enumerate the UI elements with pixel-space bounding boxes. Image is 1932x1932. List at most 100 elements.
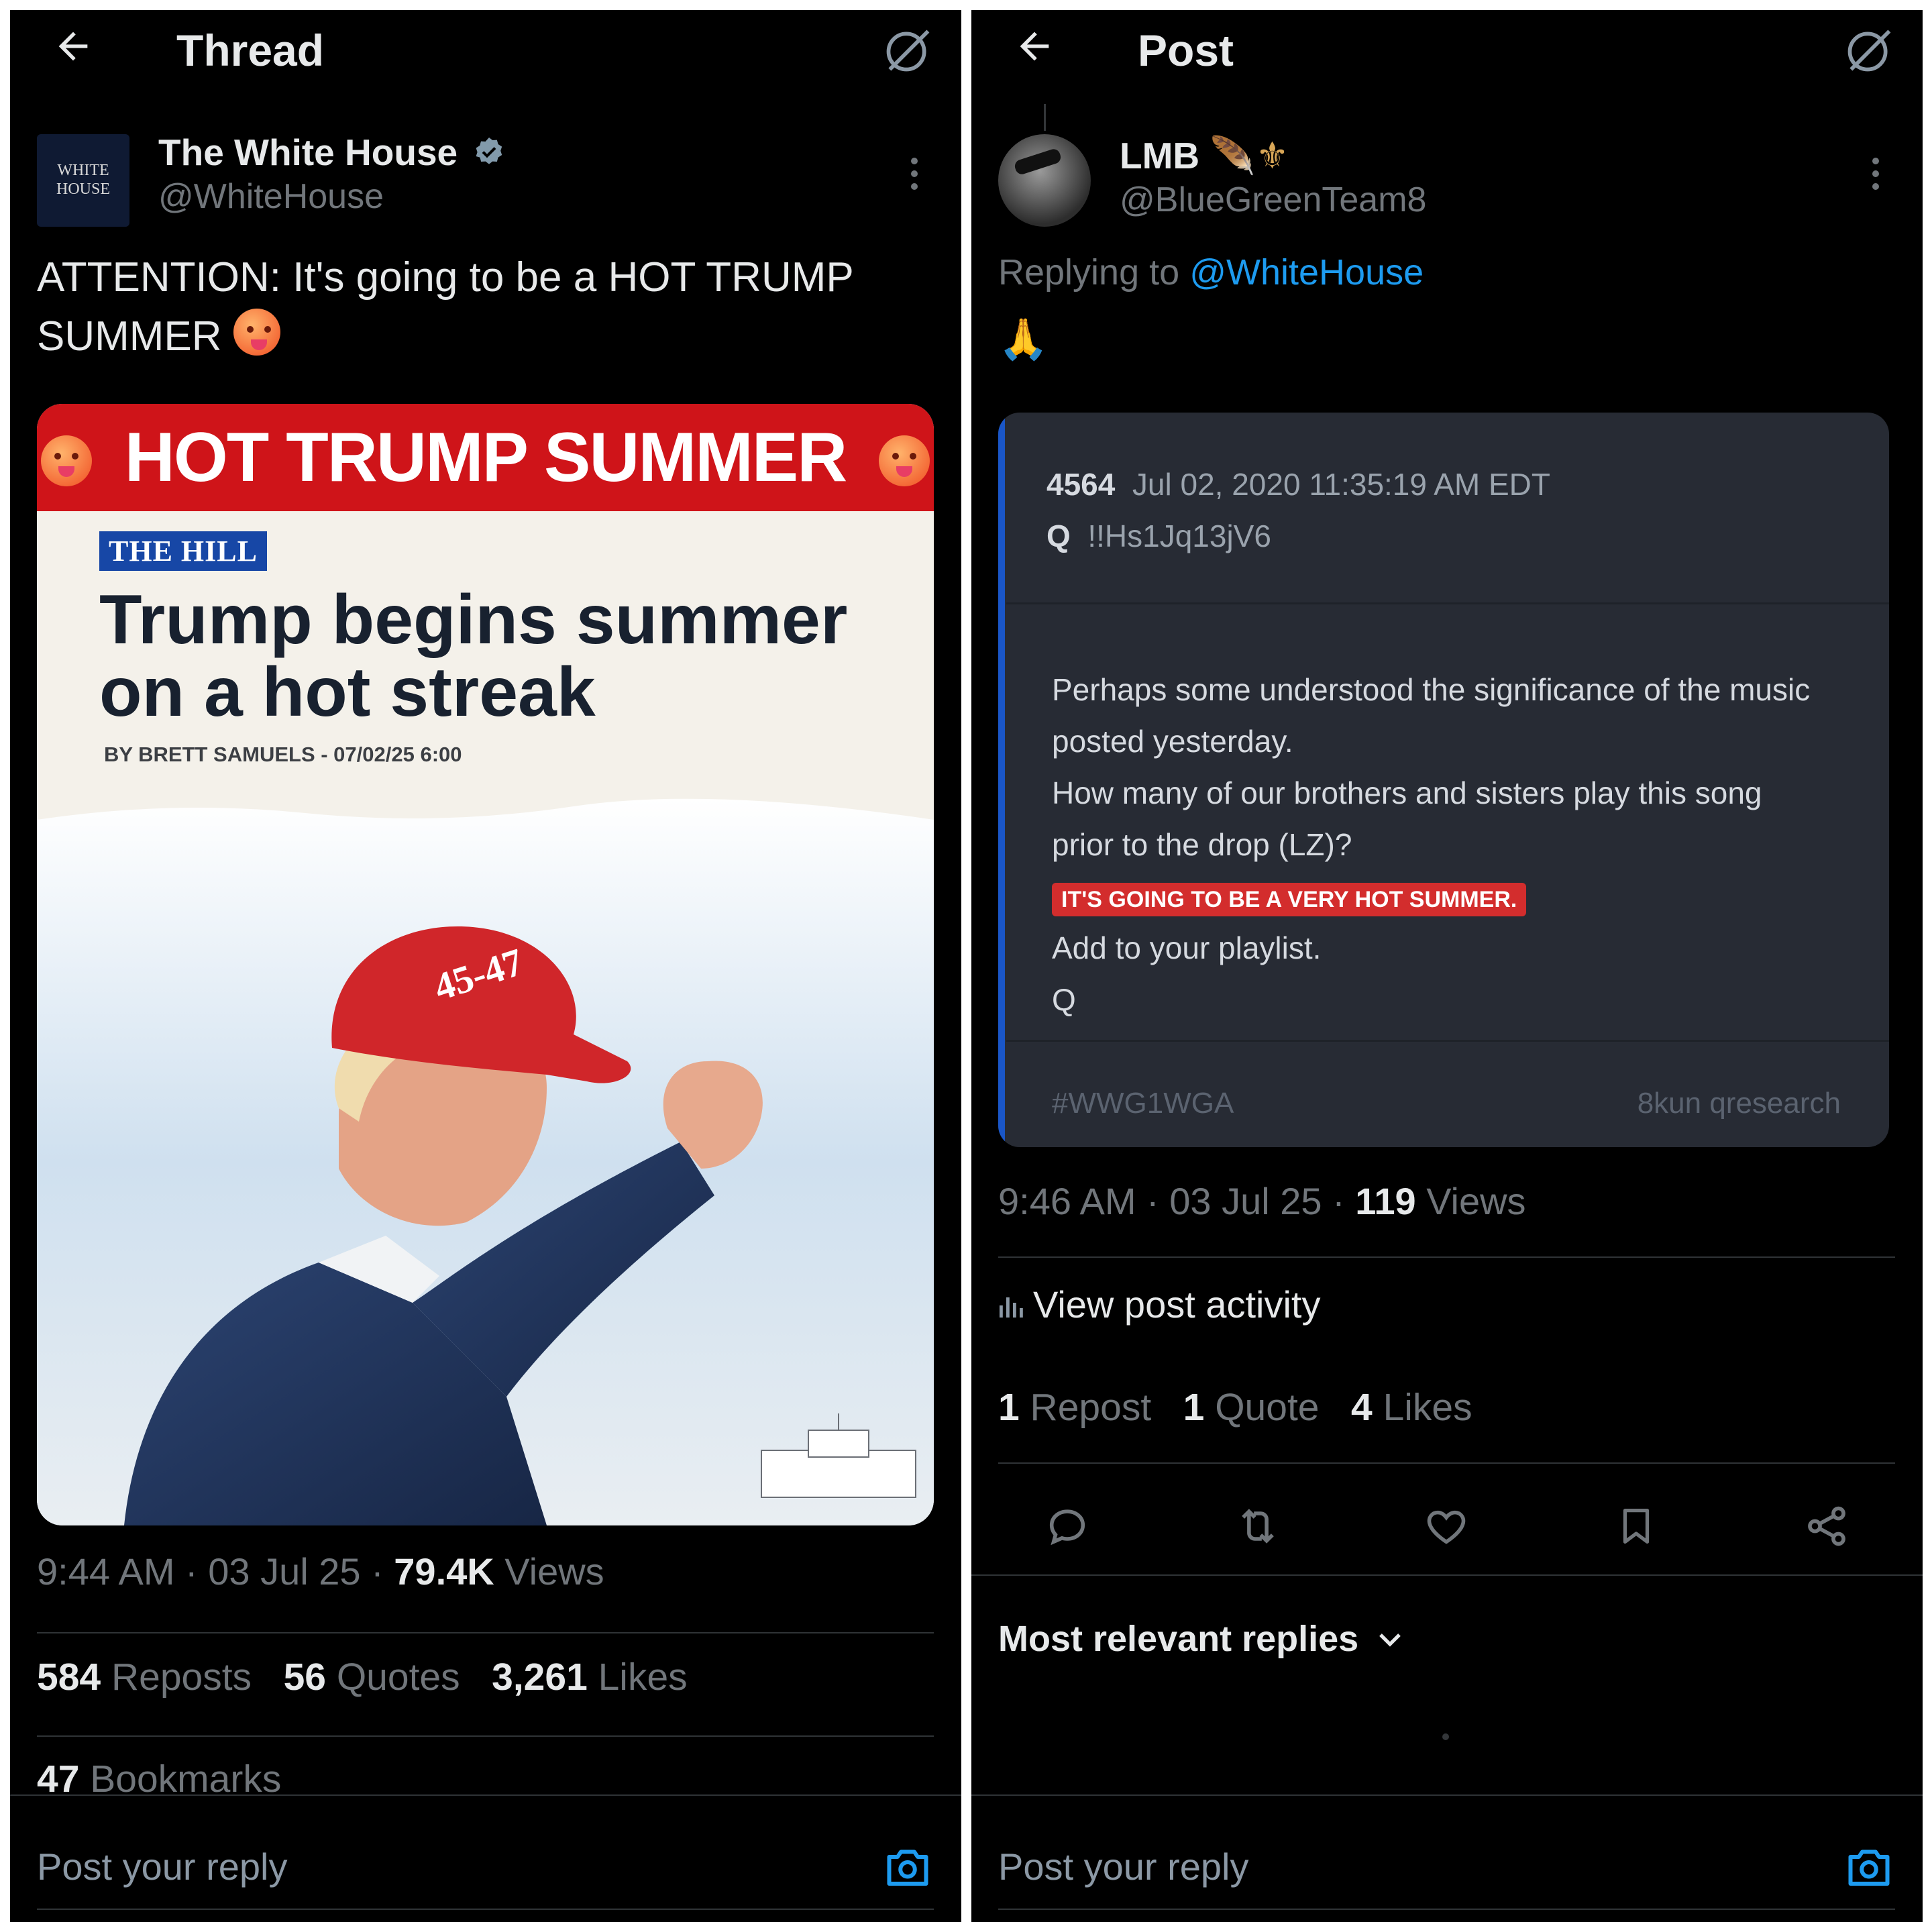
bookmark-icon[interactable]	[1614, 1503, 1658, 1550]
qpost-line: Add to your playlist.	[1052, 930, 1322, 965]
reposts-count: 1	[998, 1386, 1020, 1429]
reposts-stat[interactable]: 584 Reposts	[37, 1656, 252, 1699]
divider	[37, 1909, 934, 1910]
views-count: 79.4K	[394, 1550, 494, 1593]
hot-face-emoji-icon	[40, 435, 92, 486]
tweet-image[interactable]: HOT TRUMP SUMMER THE HILL Trump begins s…	[37, 404, 934, 1525]
qpost-tripcode: !!Hs1Jq13jV6	[1087, 519, 1271, 553]
post-time: 9:46 AM	[998, 1180, 1136, 1222]
divider	[1006, 602, 1889, 604]
author-handle[interactable]: @BlueGreenTeam8	[1120, 180, 1426, 220]
qpost-highlight: IT'S GOING TO BE A VERY HOT SUMMER.	[1052, 883, 1527, 916]
thread-panel: Thread WHITE HOUSE The White House @Whit…	[10, 10, 961, 1922]
back-arrow-icon[interactable]	[52, 25, 95, 68]
trump-photo: 45-47	[37, 798, 934, 1525]
reposts-label: Reposts	[111, 1656, 252, 1699]
likes-stat[interactable]: 3,261 Likes	[492, 1656, 688, 1699]
thread-line	[1044, 104, 1046, 131]
like-icon[interactable]	[1423, 1503, 1470, 1550]
qpost-line: Perhaps some understood the significance…	[1052, 672, 1811, 707]
card-stripe	[998, 413, 1005, 1147]
reply-input[interactable]: Post your reply	[37, 1845, 288, 1888]
page-title: Thread	[176, 25, 325, 75]
quotes-stat[interactable]: 56 Quotes	[284, 1656, 460, 1699]
post-meta: 9:44 AM · 03 Jul 25 · 79.4K Views	[37, 1550, 604, 1593]
tweet-text-content: ATTENTION: It's going to be a HOT TRUMP …	[37, 254, 853, 360]
hot-face-emoji-icon	[233, 309, 280, 356]
qpost-hashtag: #WWG1WGA	[1052, 1087, 1234, 1120]
more-icon[interactable]	[911, 158, 918, 196]
author-name[interactable]: LMB 🪶⚜	[1120, 134, 1289, 178]
divider	[971, 1574, 1923, 1576]
likes-label: Likes	[598, 1656, 688, 1699]
author-name-text: The White House	[158, 131, 458, 173]
qpost-body: Perhaps some understood the significance…	[1052, 664, 1877, 1026]
image-banner: HOT TRUMP SUMMER	[37, 404, 934, 511]
qpost-line: prior to the drop (LZ)?	[1052, 827, 1352, 862]
tweet-text: ATTENTION: It's going to be a HOT TRUMP …	[37, 248, 929, 366]
qpost-header: 4564 Jul 02, 2020 11:35:19 AM EDT	[1046, 466, 1550, 502]
qpost-timestamp: Jul 02, 2020 11:35:19 AM EDT	[1132, 467, 1550, 502]
quotes-label: Quotes	[336, 1656, 460, 1699]
page-title: Post	[1138, 25, 1234, 75]
post-text: 🙏	[998, 317, 1049, 362]
divider	[971, 1794, 1923, 1796]
avatar[interactable]	[998, 134, 1091, 227]
replies-sort-label: Most relevant replies	[998, 1619, 1359, 1659]
divider	[998, 1462, 1895, 1464]
author-name[interactable]: The White House	[158, 131, 505, 176]
engagement-stats: 584 Reposts 56 Quotes 3,261 Likes	[37, 1655, 688, 1699]
author-handle[interactable]: @WhiteHouse	[158, 176, 384, 217]
quotes-count: 56	[283, 1656, 326, 1699]
banner-text: HOT TRUMP SUMMER	[124, 419, 847, 496]
qpost-line: How many of our brothers and sisters pla…	[1052, 775, 1762, 810]
quoted-image[interactable]: 4564 Jul 02, 2020 11:35:19 AM EDT Q !!Hs…	[998, 413, 1889, 1147]
qpost-poster: Q	[1046, 519, 1071, 553]
divider	[37, 1735, 934, 1737]
likes-count: 4	[1351, 1386, 1373, 1429]
likes-label: Likes	[1383, 1386, 1472, 1429]
views-count: 119	[1355, 1180, 1416, 1222]
bookmarks-stat[interactable]: 47 Bookmarks	[37, 1757, 281, 1794]
qpost-line: posted yesterday.	[1052, 724, 1293, 759]
reposts-count: 584	[37, 1656, 101, 1699]
likes-stat[interactable]: 4 Likes	[1351, 1386, 1472, 1429]
post-date: 03 Jul 25	[208, 1550, 361, 1593]
divider	[37, 1632, 934, 1633]
views-label: Views	[504, 1550, 604, 1593]
qpost-author: Q !!Hs1Jq13jV6	[1046, 518, 1271, 554]
replying-handle-link[interactable]: @WhiteHouse	[1189, 252, 1424, 292]
bookmarks-label: Bookmarks	[90, 1758, 282, 1794]
hot-face-emoji-icon	[879, 435, 930, 486]
outlet-logo: THE HILL	[99, 531, 267, 571]
article-byline: BY BRETT SAMUELS - 07/02/25 6:00	[104, 743, 462, 766]
likes-count: 3,261	[492, 1656, 588, 1699]
reply-icon[interactable]	[1044, 1503, 1091, 1550]
activity-label: View post activity	[1033, 1283, 1321, 1326]
reply-input[interactable]: Post your reply	[998, 1845, 1249, 1888]
grok-icon[interactable]	[1843, 25, 1894, 76]
divider	[998, 1256, 1895, 1258]
chevron-down-icon	[1378, 1615, 1402, 1657]
camera-icon[interactable]	[1845, 1846, 1892, 1886]
back-arrow-icon[interactable]	[1013, 25, 1056, 68]
view-post-activity-link[interactable]: View post activity	[998, 1283, 1320, 1328]
bookmarks-count: 47	[37, 1758, 80, 1794]
replies-sort-dropdown[interactable]: Most relevant replies	[998, 1615, 1402, 1660]
grok-icon[interactable]	[882, 25, 933, 76]
engagement-stats: 1 Repost 1 Quote 4 Likes	[998, 1385, 1472, 1430]
more-icon[interactable]	[1872, 158, 1879, 196]
name-emoji: 🪶⚜	[1210, 135, 1289, 176]
reposts-label: Repost	[1030, 1386, 1152, 1429]
qpost-source: 8kun qresearch	[1637, 1087, 1841, 1120]
avatar[interactable]: WHITE HOUSE	[37, 134, 129, 227]
camera-icon[interactable]	[884, 1846, 931, 1886]
repost-icon[interactable]	[1233, 1503, 1283, 1550]
views-label: Views	[1426, 1180, 1526, 1222]
reposts-stat[interactable]: 1 Repost	[998, 1386, 1151, 1429]
quotes-label: Quote	[1215, 1386, 1320, 1429]
qpost-number: 4564	[1046, 467, 1116, 502]
quotes-stat[interactable]: 1 Quote	[1183, 1386, 1320, 1429]
avatar-text: WHITE HOUSE	[56, 162, 110, 198]
share-icon[interactable]	[1803, 1503, 1850, 1550]
